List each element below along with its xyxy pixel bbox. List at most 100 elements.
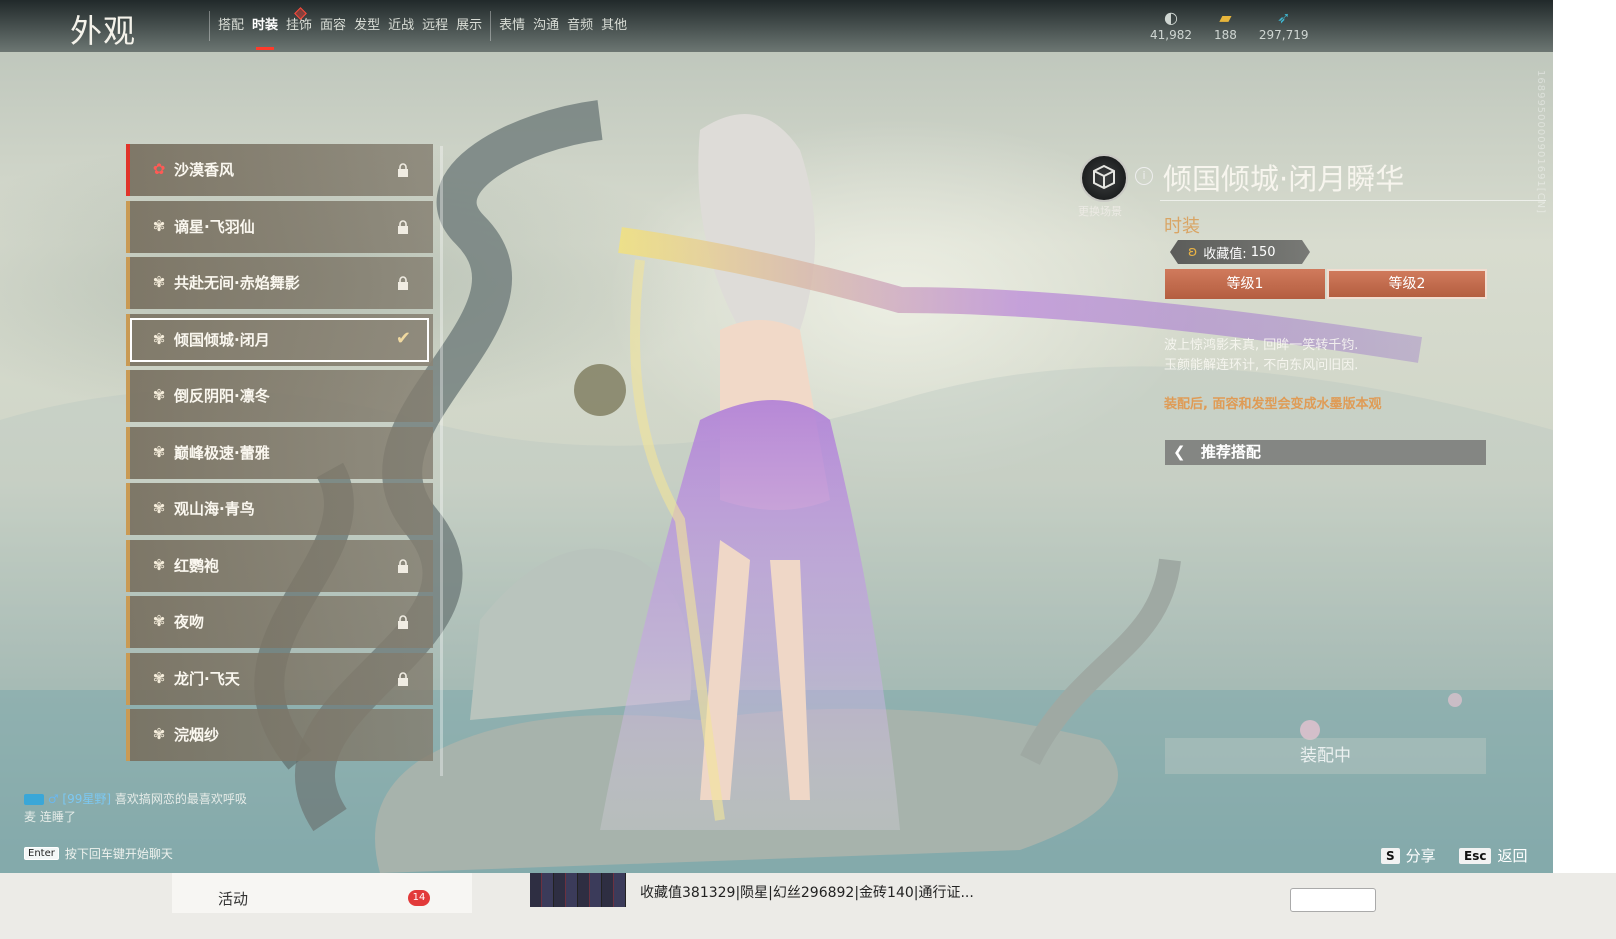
tab-fashion[interactable]: 时装: [248, 0, 283, 52]
gold-brick-icon: ▰: [1219, 8, 1232, 27]
tab-separator: [490, 11, 492, 41]
lock-icon: [398, 615, 408, 629]
description-line: 波上惊鸿影未真, 回眸一笑转千钧.: [1164, 338, 1359, 353]
chat-text-continued: 麦 连睡了: [24, 810, 76, 824]
level-1-button[interactable]: 等级1: [1165, 269, 1325, 299]
game-window: 外观 搭配 时装 挂饰 面容 发型 近战 远程 展示 表情 沟通 音频 其他 ◐…: [0, 0, 1553, 873]
tab-separator: [209, 11, 210, 41]
costume-item-label: 沙漠香风: [174, 161, 235, 179]
tab-hair[interactable]: 发型: [350, 0, 384, 52]
chevron-left-icon: ❮: [1173, 443, 1186, 461]
costume-type: 时装: [1164, 216, 1200, 237]
chat-input-hint[interactable]: Enter 按下回车键开始聊天: [24, 845, 173, 862]
share-label: 分享: [1405, 847, 1436, 865]
stream-page-footer: 活动 14 收藏值381329|陨星|幻丝296892|金砖140|通行证...: [0, 873, 1616, 939]
costume-item-selected[interactable]: ✾ 倾国倾城·闭月 ✔: [126, 313, 433, 366]
chat-sender[interactable]: [99星野]: [62, 792, 111, 806]
costume-item[interactable]: ✾ 倒反阴阳·凛冬: [126, 370, 433, 422]
activity-count-badge: 14: [408, 890, 430, 906]
info-icon[interactable]: i: [1135, 167, 1153, 185]
flower-emblem-icon: ✾: [152, 612, 166, 630]
flower-emblem-icon: ✾: [152, 329, 166, 348]
description-line: 玉颜能解连环计, 不向东风问旧因.: [1164, 358, 1359, 373]
tab-ranged[interactable]: 远程: [418, 0, 452, 52]
tab-other[interactable]: 其他: [597, 0, 631, 52]
collection-coin-icon: ʚ: [1188, 244, 1198, 260]
feather-icon: ➶: [1277, 8, 1291, 27]
currency-feather[interactable]: ➶ 297,719: [1259, 8, 1309, 42]
recommended-outfit-label: 推荐搭配: [1200, 443, 1261, 461]
flower-emblem-icon: ✾: [152, 668, 166, 687]
equipped-status-button[interactable]: 装配中: [1165, 738, 1486, 774]
stream-title[interactable]: 收藏值381329|陨星|幻丝296892|金砖140|通行证...: [640, 882, 974, 902]
flower-emblem-icon: ✿: [152, 160, 166, 178]
lock-icon: [398, 558, 408, 573]
flower-emblem-icon: ✾: [152, 442, 166, 461]
title-divider: [1160, 200, 1546, 201]
chat-message: ♂ [99星野] 喜欢搞网恋的最喜欢呼吸 麦 连睡了: [24, 790, 324, 826]
browser-edge: [1553, 0, 1616, 873]
lock-icon: [398, 163, 408, 177]
currency-value: 41,982: [1150, 28, 1192, 42]
collection-value-badge: ʚ 收藏值: 150: [1170, 240, 1310, 264]
lock-icon: [398, 276, 408, 290]
tab-face[interactable]: 面容: [316, 0, 350, 52]
tab-audio[interactable]: 音频: [563, 0, 597, 52]
costume-item[interactable]: ✾ 浣烟纱: [126, 709, 433, 761]
tab-emote[interactable]: 表情: [495, 0, 529, 52]
costume-item[interactable]: ✾ 共赴无间·赤焰舞影: [126, 257, 433, 309]
tab-communication[interactable]: 沟通: [529, 0, 563, 52]
check-icon: ✔: [395, 327, 411, 349]
costume-list: ✿ 沙漠香风 ✾ 谪星·飞羽仙 ✾ 共赴无间·赤焰舞影 ✾ 倾国倾城·闭月 ✔ …: [126, 144, 438, 766]
back-button[interactable]: Esc 返回: [1459, 845, 1527, 866]
flower-emblem-icon: ✾: [152, 555, 166, 574]
activity-link[interactable]: 活动: [218, 888, 248, 909]
list-scrollbar[interactable]: [440, 146, 443, 776]
share-button[interactable]: S 分享: [1381, 845, 1436, 866]
costume-title: 倾国倾城·闭月瞬华: [1163, 162, 1405, 196]
tab-outfit-set[interactable]: 搭配: [214, 0, 248, 52]
equip-warning: 装配后, 面容和发型会变成水墨版本观: [1164, 397, 1382, 412]
costume-item[interactable]: ✾ 夜吻: [126, 596, 433, 648]
cube-icon: [1093, 164, 1115, 190]
echo-jade-icon: ◐: [1164, 8, 1178, 27]
s-key-icon: S: [1381, 847, 1400, 864]
costume-item[interactable]: ✾ 观山海·青鸟: [126, 483, 433, 535]
lock-icon: [398, 219, 408, 234]
currency-echo-jade[interactable]: ◐ 41,982: [1150, 8, 1192, 42]
costume-item[interactable]: ✿ 沙漠香风: [126, 144, 433, 196]
category-tabs: 搭配 时装 挂饰 面容 发型 近战 远程 展示 表情 沟通 音频 其他: [205, 0, 631, 52]
top-bar: 外观 搭配 时装 挂饰 面容 发型 近战 远程 展示 表情 沟通 音频 其他 ◐…: [0, 0, 1553, 52]
tab-accessory[interactable]: 挂饰: [282, 0, 316, 52]
esc-key-icon: Esc: [1459, 847, 1492, 864]
costume-item[interactable]: ✾ 红鹦袍: [126, 539, 433, 592]
tab-melee[interactable]: 近战: [384, 0, 418, 52]
costume-item-label: 观山海·青鸟: [174, 500, 255, 518]
stream-thumbnail[interactable]: [530, 873, 626, 907]
male-icon: ♂: [47, 792, 59, 806]
tab-display[interactable]: 展示: [452, 0, 486, 52]
currency-value: 188: [1214, 28, 1237, 42]
chat-feed: ♂ [99星野] 喜欢搞网恋的最喜欢呼吸 麦 连睡了: [24, 790, 324, 826]
costume-item[interactable]: ✾ 谪星·飞羽仙: [126, 200, 433, 253]
costume-item[interactable]: ✾ 龙门·飞天: [126, 652, 433, 705]
footer-action-button[interactable]: [1290, 888, 1376, 912]
tab-accessory-label: 挂饰: [286, 18, 313, 33]
collection-value: 150: [1250, 244, 1276, 260]
costume-item-label: 龙门·飞天: [174, 669, 240, 688]
costume-item-label: 夜吻: [174, 613, 205, 631]
change-scene-label: 更换场景: [1078, 205, 1122, 218]
costume-item-label: 倒反阴阳·凛冬: [174, 387, 270, 405]
recommended-outfit-button[interactable]: ❮ 推荐搭配: [1165, 440, 1486, 465]
currency-gold-brick[interactable]: ▰ 188: [1214, 8, 1237, 42]
page-title: 外观: [70, 12, 137, 50]
chat-text: 喜欢搞网恋的最喜欢呼吸: [114, 792, 247, 806]
level-2-button[interactable]: 等级2: [1327, 269, 1487, 299]
uid-watermark: 1689950000901691[CN]: [1535, 70, 1546, 215]
change-scene-button[interactable]: [1080, 154, 1128, 202]
costume-item[interactable]: ✾ 巅峰极速·蕾雅: [126, 426, 433, 479]
flower-emblem-icon: ✾: [152, 725, 166, 743]
back-label: 返回: [1497, 847, 1528, 865]
currency-bar: ◐ 41,982 ▰ 188 ➶ 297,719: [1150, 8, 1309, 42]
costume-item-label: 浣烟纱: [174, 726, 220, 744]
